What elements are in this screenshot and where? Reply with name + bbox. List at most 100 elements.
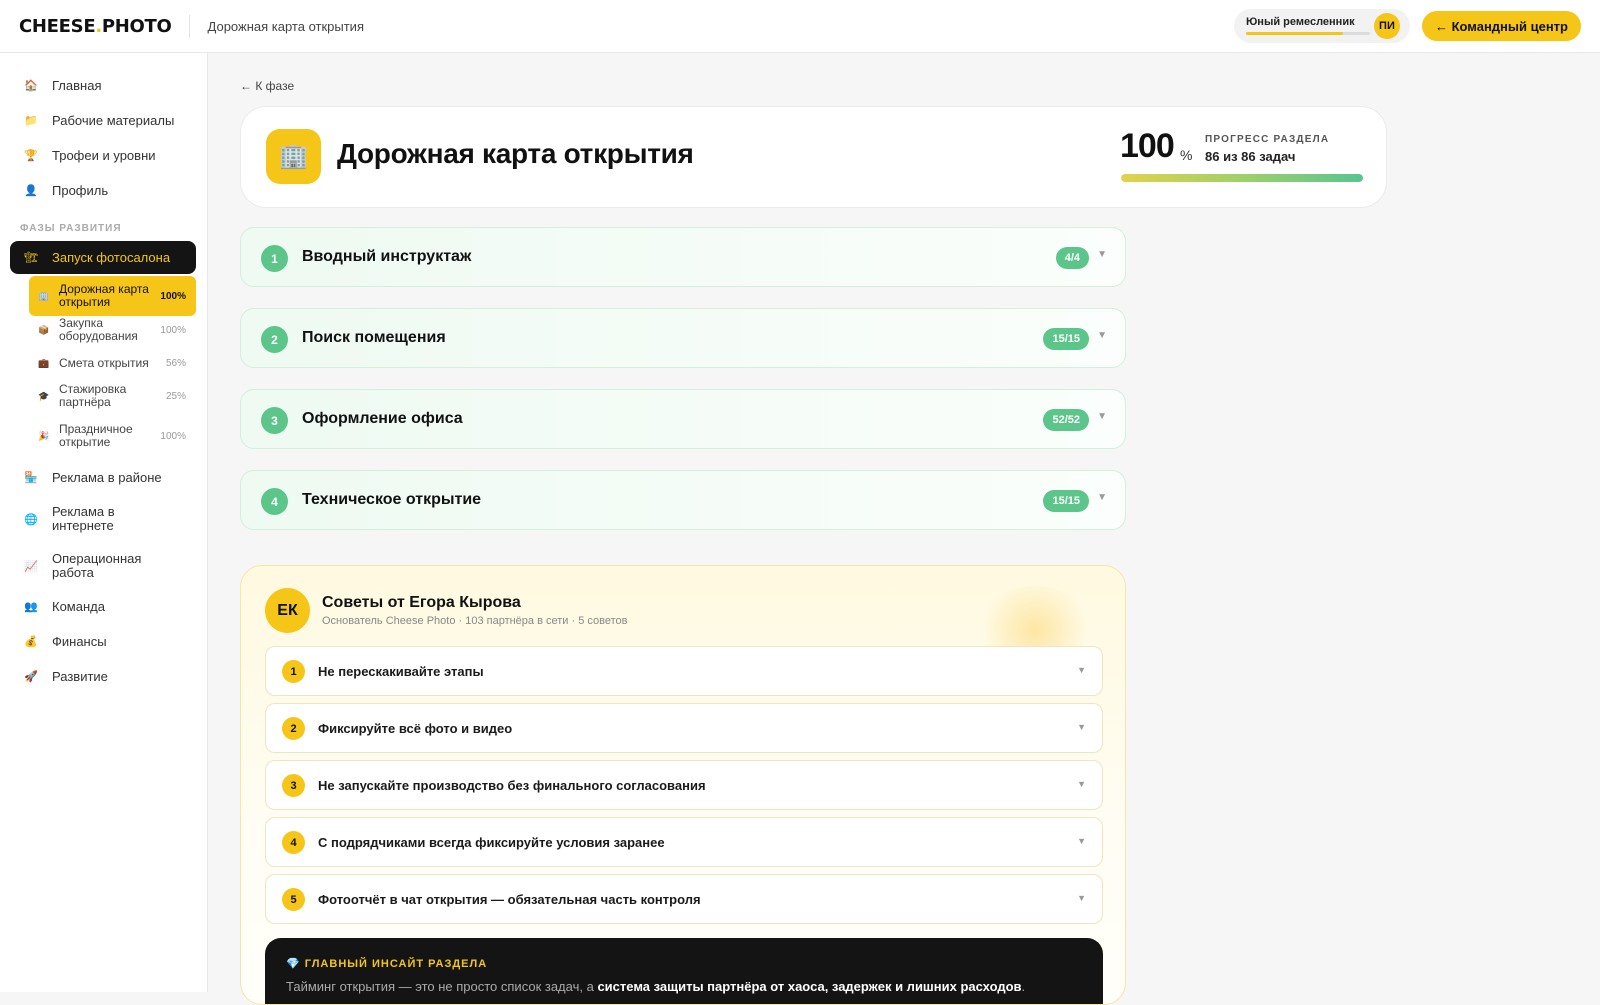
sidebar-item-label: Развитие [52, 668, 108, 684]
rank-pill[interactable]: Юный ремесленник ПИ [1233, 9, 1410, 43]
sidebar-item-launch-active[interactable]: 🏗 Запуск фотосалона [10, 241, 196, 274]
top-right-controls: Юный ремесленник ПИ ← Командный центр [1233, 9, 1581, 43]
box-icon: 📦 [38, 324, 50, 335]
sidebar-item-label: Рабочие материалы [52, 112, 175, 128]
user-icon: 👤 [24, 185, 38, 197]
logo-left: CHEESE [19, 15, 96, 37]
phase-count-badge: 52/52 [1043, 409, 1089, 431]
sidebar-subitem-equipment[interactable]: 📦 Закупка оборудования 100% [29, 316, 196, 344]
tip-item-4[interactable]: 4 С подрядчиками всегда фиксируйте услов… [265, 817, 1103, 867]
sidebar-subitem-label: Стажировка партнёра [59, 382, 127, 409]
sidebar: 🏠 Главная 📁 Рабочие материалы 🏆 Трофеи и… [0, 53, 208, 992]
tips-subtitle: Основатель Cheese Photo · 103 партнёра в… [322, 615, 628, 627]
sidebar-item-growth[interactable]: 🚀 Развитие [10, 668, 196, 685]
building-icon: 🏢 [38, 290, 50, 301]
founder-tips-card: ЕК Советы от Егора Кырова Основатель Che… [240, 565, 1126, 1005]
sidebar-item-label: Профиль [52, 182, 109, 198]
sidebar-item-label: Трофеи и уровни [52, 147, 156, 163]
sidebar-subitem-budget[interactable]: 💼 Смета открытия 56% [29, 355, 196, 371]
crane-icon: 🏗 [24, 252, 38, 264]
tip-item-2[interactable]: 2 Фиксируйте всё фото и видео ▼ [265, 703, 1103, 753]
sidebar-item-label: Реклама в районе [52, 469, 162, 485]
phase-title: Вводный инструктаж [302, 248, 472, 265]
rank-progress-track [1245, 32, 1370, 35]
back-to-phase-link[interactable]: ← К фазе [240, 79, 294, 93]
sidebar-item-home[interactable]: 🏠 Главная [10, 77, 196, 94]
phase-card-1[interactable]: 1 Вводный инструктаж 4/4 ▼ [240, 227, 1126, 287]
progress-count: 86 из 86 задач [1205, 149, 1296, 164]
phase-title: Оформление офиса [302, 410, 463, 427]
sidebar-subitem-percent: 100% [160, 430, 186, 442]
logo[interactable]: CHEESE.PHOTO [19, 16, 172, 37]
chevron-down-icon[interactable]: ▼ [1077, 893, 1086, 903]
tip-text: С подрядчиками всегда фиксируйте условия… [318, 835, 665, 850]
chevron-down-icon[interactable]: ▼ [1097, 249, 1107, 260]
sidebar-item-trophies[interactable]: 🏆 Трофеи и уровни [10, 147, 196, 164]
phase-card-2[interactable]: 2 Поиск помещения 15/15 ▼ [240, 308, 1126, 368]
tip-item-5[interactable]: 5 Фотоотчёт в чат открытия — обязательна… [265, 874, 1103, 924]
globe-icon: 🌐 [24, 513, 38, 526]
sidebar-item-team[interactable]: 👥 Команда [10, 598, 196, 615]
folder-icon: 📁 [24, 115, 38, 127]
phase-number: 3 [261, 407, 288, 434]
rank-progress-fill [1245, 32, 1343, 35]
sidebar-subitem-label: Дорожная карта открытия [59, 282, 149, 309]
home-icon: 🏠 [24, 80, 38, 92]
top-divider [188, 15, 190, 37]
sidebar-subitem-percent: 100% [160, 290, 186, 302]
phase-card-3[interactable]: 3 Оформление офиса 52/52 ▼ [240, 389, 1126, 449]
chevron-down-icon[interactable]: ▼ [1077, 836, 1086, 846]
phase-count-badge: 4/4 [1055, 247, 1089, 269]
main-insight-box: 💎 ГЛАВНЫЙ ИНСАЙТ РАЗДЕЛА Тайминг открыти… [265, 938, 1103, 1004]
users-icon: 👥 [24, 601, 38, 613]
sidebar-item-online-ads[interactable]: 🌐 Реклама в интернете [10, 504, 196, 534]
chevron-down-icon[interactable]: ▼ [1097, 492, 1107, 503]
tip-number: 1 [282, 660, 305, 683]
phase-title: Поиск помещения [302, 329, 446, 346]
sidebar-subitem-internship[interactable]: 🎓 Стажировка партнёра 25% [29, 382, 196, 410]
tip-item-3[interactable]: 3 Не запускайте производство без финальн… [265, 760, 1103, 810]
chevron-down-icon[interactable]: ▼ [1077, 722, 1086, 732]
phase-title: Техническое открытие [302, 491, 482, 508]
sidebar-item-label: Команда [52, 598, 105, 614]
briefcase-icon: 💼 [38, 357, 50, 368]
section-label-phases: ФАЗЫ РАЗВИТИЯ [20, 223, 122, 234]
phase-card-4[interactable]: 4 Техническое открытие 15/15 ▼ [240, 470, 1126, 530]
tip-number: 5 [282, 888, 305, 911]
sidebar-item-label: Главная [52, 77, 102, 93]
tips-title: Советы от Егора Кырова [322, 594, 521, 611]
sidebar-item-local-ads[interactable]: 🏪 Реклама в районе [10, 469, 196, 486]
progress-label: ПРОГРЕСС РАЗДЕЛА [1205, 134, 1330, 145]
sidebar-item-materials[interactable]: 📁 Рабочие материалы [10, 112, 196, 129]
building-icon: 🏢 [266, 129, 321, 184]
sidebar-subitem-roadmap[interactable]: 🏢 Дорожная карта открытия 100% [29, 276, 196, 316]
founder-avatar: ЕК [265, 588, 310, 633]
sidebar-item-label: Финансы [52, 633, 107, 649]
sidebar-item-finance[interactable]: 💰 Финансы [10, 633, 196, 650]
chevron-down-icon[interactable]: ▼ [1097, 330, 1107, 341]
sidebar-item-operations[interactable]: 📈 Операционная работа [10, 551, 196, 581]
money-bag-icon: 💰 [24, 636, 38, 648]
phase-count-badge: 15/15 [1043, 490, 1089, 512]
tip-item-1[interactable]: 1 Не перескакивайте этапы ▼ [265, 646, 1103, 696]
top-bar: CHEESE.PHOTO Дорожная карта открытия Юны… [0, 0, 1600, 53]
phase-number: 1 [261, 245, 288, 272]
sidebar-subitem-grand-opening[interactable]: 🎉 Праздничное открытие 100% [29, 422, 196, 450]
progress-bar-fill [1121, 174, 1363, 182]
sidebar-item-label: Реклама в интернете [52, 504, 115, 533]
tip-text: Фиксируйте всё фото и видео [318, 721, 513, 736]
store-icon: 🏪 [24, 472, 38, 484]
sidebar-item-profile[interactable]: 👤 Профиль [10, 182, 196, 199]
phase-number: 4 [261, 488, 288, 515]
avatar[interactable]: ПИ [1373, 13, 1400, 39]
hero-card: 🏢 Дорожная карта открытия 100 % ПРОГРЕСС… [240, 106, 1387, 208]
insight-label: 💎 ГЛАВНЫЙ ИНСАЙТ РАЗДЕЛА [286, 958, 488, 970]
chevron-down-icon[interactable]: ▼ [1077, 665, 1086, 675]
chevron-down-icon[interactable]: ▼ [1077, 779, 1086, 789]
trophy-icon: 🏆 [24, 150, 38, 162]
progress-bar [1121, 174, 1363, 182]
command-center-button[interactable]: ← Командный центр [1421, 11, 1581, 41]
sidebar-subitem-label: Закупка оборудования [59, 316, 138, 343]
chevron-down-icon[interactable]: ▼ [1097, 411, 1107, 422]
rank-label: Юный ремесленник [1245, 16, 1355, 28]
